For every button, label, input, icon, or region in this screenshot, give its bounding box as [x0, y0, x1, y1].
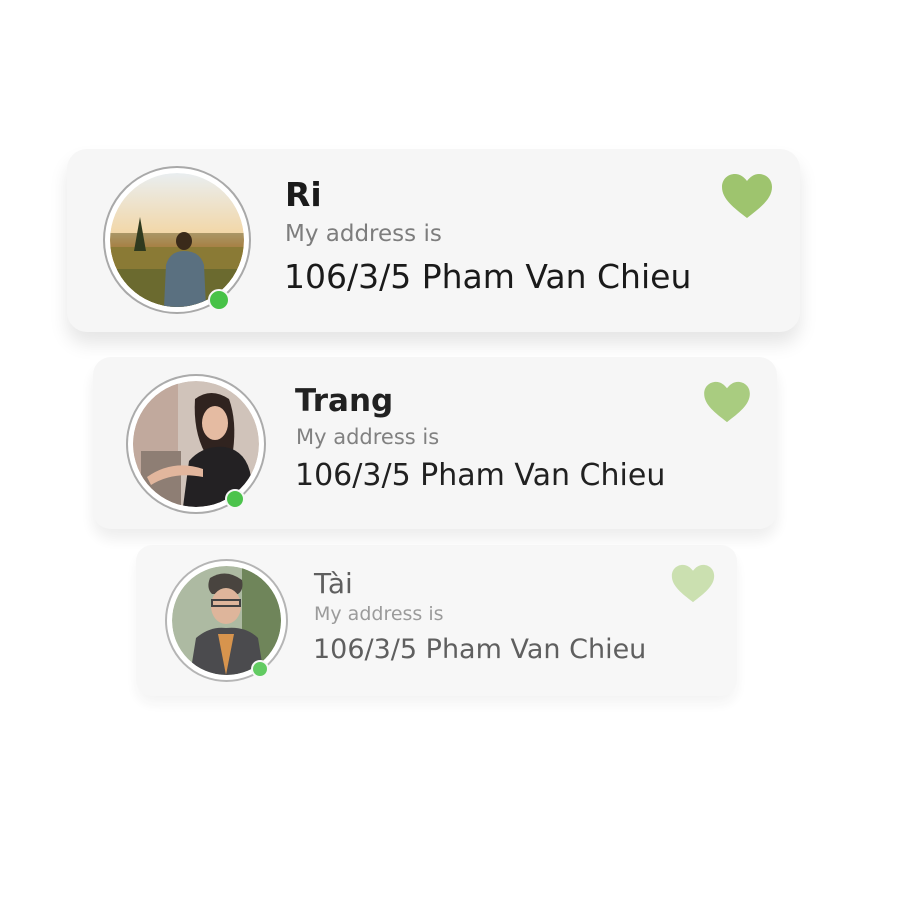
heart-icon[interactable] [671, 564, 715, 603]
contact-name: Tài [314, 567, 353, 600]
contact-name: Ri [285, 175, 322, 214]
contact-address: 106/3/5 Pham Van Chieu [313, 634, 647, 665]
address-label: My address is [314, 603, 444, 625]
contact-card-trang[interactable]: Trang My address is 106/3/5 Pham Van Chi… [93, 357, 777, 529]
avatar-photo-tai [172, 566, 281, 675]
heart-icon[interactable] [721, 173, 773, 219]
contact-address: 106/3/5 Pham Van Chieu [295, 458, 666, 493]
contact-name: Trang [295, 383, 394, 419]
contact-card-tai[interactable]: Tài My address is 106/3/5 Pham Van Chieu [136, 545, 737, 696]
online-status-dot [225, 489, 245, 509]
contact-list: Ri My address is 106/3/5 Pham Van Chieu [0, 0, 900, 900]
online-status-dot [251, 660, 269, 678]
contact-card-ri[interactable]: Ri My address is 106/3/5 Pham Van Chieu [67, 149, 800, 332]
avatar[interactable] [126, 374, 266, 514]
online-status-dot [208, 289, 230, 311]
avatar[interactable] [103, 166, 251, 314]
address-label: My address is [285, 221, 442, 247]
avatar-photo-trang [133, 381, 259, 507]
address-label: My address is [296, 425, 440, 449]
contact-address: 106/3/5 Pham Van Chieu [284, 257, 692, 296]
avatar[interactable] [165, 559, 288, 682]
avatar-photo-ri [110, 173, 244, 307]
heart-icon[interactable] [703, 381, 751, 423]
